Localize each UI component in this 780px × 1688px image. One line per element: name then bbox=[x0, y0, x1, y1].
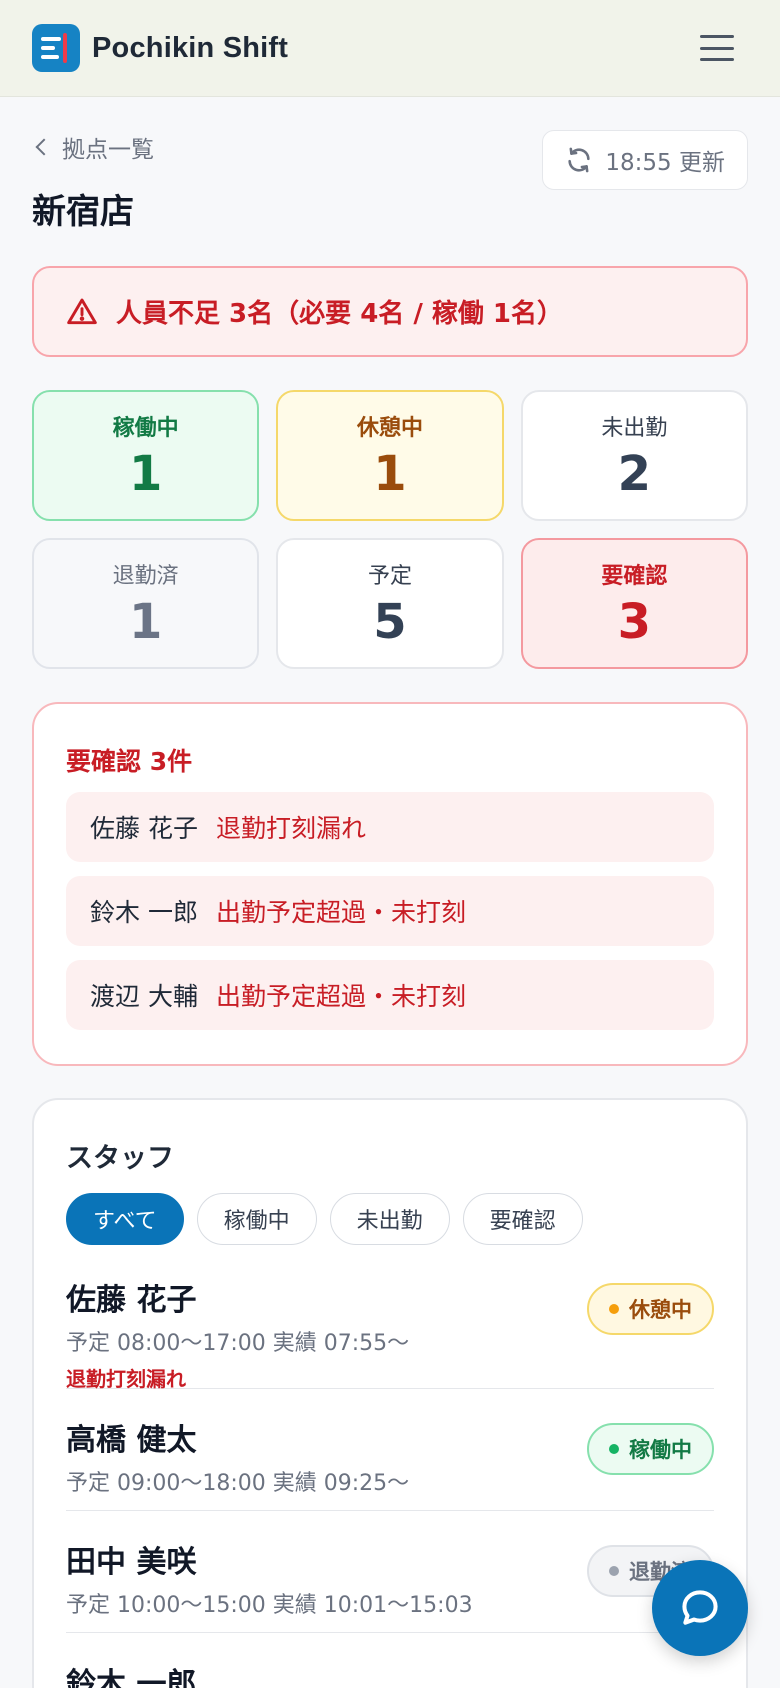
stat-value: 5 bbox=[373, 594, 407, 651]
filter-all[interactable]: すべて bbox=[66, 1193, 184, 1245]
status-badge: 休憩中 bbox=[587, 1283, 714, 1335]
filter-working[interactable]: 稼働中 bbox=[196, 1193, 317, 1245]
stat-value: 2 bbox=[617, 446, 652, 503]
review-item[interactable]: 鈴木 一郎 出勤予定超過・未打刻 bbox=[66, 876, 714, 946]
stat-value: 1 bbox=[128, 446, 163, 503]
review-item-reason: 出勤予定超過・未打刻 bbox=[215, 982, 466, 1011]
stat-label: 予定 bbox=[367, 564, 412, 590]
staff-row[interactable]: 田中 美咲 予定 10:00〜15:00 実績 10:01〜15:03 退勤済 bbox=[66, 1511, 714, 1633]
status-badge: 稼働中 bbox=[587, 1423, 714, 1475]
stat-card-not-clocked-in[interactable]: 未出勤 2 bbox=[520, 390, 748, 521]
stat-label: 要確認 bbox=[601, 564, 668, 590]
review-item-reason: 出勤予定超過・未打刻 bbox=[215, 898, 466, 927]
stat-card-break[interactable]: 休憩中 1 bbox=[276, 390, 504, 521]
refresh-label: 18:55 更新 bbox=[605, 150, 725, 176]
needs-review-panel: 要確認 3件 佐藤 花子 退勤打刻漏れ 鈴木 一郎 出勤予定超過・未打刻 渡辺 … bbox=[32, 702, 748, 1066]
stat-card-working[interactable]: 稼働中 1 bbox=[32, 390, 260, 521]
status-summary: 稼働中 1 休憩中 1 未出勤 2 退勤済 1 予定 5 要確認 3 bbox=[32, 390, 748, 669]
staff-row[interactable]: 高橋 健太 予定 09:00〜18:00 実績 09:25〜 稼働中 bbox=[66, 1389, 714, 1511]
stat-card-needs-review[interactable]: 要確認 3 bbox=[520, 538, 748, 669]
staff-filter-tabs: すべて 稼働中 未出勤 要確認 bbox=[66, 1193, 714, 1245]
staff-title: スタッフ bbox=[66, 1143, 174, 1174]
review-item-name: 佐藤 花子 bbox=[90, 814, 198, 843]
staff-row[interactable]: 佐藤 花子 予定 08:00〜17:00 実績 07:55〜 退勤打刻漏れ 休憩… bbox=[66, 1245, 714, 1391]
needs-review-title: 要確認 3件 bbox=[66, 747, 193, 776]
stat-label: 稼働中 bbox=[112, 416, 179, 442]
chat-bubble-icon bbox=[682, 1590, 718, 1625]
chevron-left-icon bbox=[35, 138, 53, 156]
stat-label: 未出勤 bbox=[601, 416, 668, 442]
brand[interactable]: Pochikin Shift bbox=[32, 24, 288, 72]
stat-label: 休憩中 bbox=[356, 416, 423, 442]
staff-name: 鈴木 一郎 bbox=[66, 1667, 197, 1688]
review-item-reason: 退勤打刻漏れ bbox=[215, 814, 366, 843]
warning-triangle-icon bbox=[67, 298, 97, 324]
app-header: Pochikin Shift bbox=[0, 0, 780, 97]
back-label: 拠点一覧 bbox=[62, 137, 154, 163]
review-item-name: 渡辺 大輔 bbox=[90, 982, 198, 1011]
status-dot-icon bbox=[609, 1444, 619, 1454]
staff-row[interactable]: 鈴木 一郎 bbox=[66, 1633, 714, 1688]
page-title: 新宿店 bbox=[32, 192, 134, 232]
stat-value: 1 bbox=[373, 446, 407, 503]
stat-value: 1 bbox=[128, 594, 163, 651]
review-item-name: 鈴木 一郎 bbox=[90, 898, 198, 927]
stat-label: 退勤済 bbox=[112, 564, 179, 590]
alert-message: 人員不足 3名（必要 4名 / 稼働 1名） bbox=[116, 299, 564, 329]
page-header: 拠点一覧 新宿店 18:55 更新 bbox=[32, 130, 748, 250]
refresh-icon bbox=[568, 147, 591, 173]
staff-shortage-alert: 人員不足 3名（必要 4名 / 稼働 1名） bbox=[32, 266, 748, 357]
chat-button[interactable] bbox=[652, 1560, 748, 1656]
review-item[interactable]: 渡辺 大輔 出勤予定超過・未打刻 bbox=[66, 960, 714, 1030]
status-badge-label: 稼働中 bbox=[629, 1438, 692, 1462]
app-logo-icon bbox=[32, 24, 80, 72]
app-name: Pochikin Shift bbox=[92, 31, 289, 64]
refresh-button[interactable]: 18:55 更新 bbox=[542, 130, 748, 190]
hamburger-icon[interactable] bbox=[700, 33, 734, 63]
stat-value: 3 bbox=[617, 594, 652, 651]
status-dot-icon bbox=[609, 1566, 619, 1576]
filter-not-clocked-in[interactable]: 未出勤 bbox=[329, 1193, 450, 1245]
status-badge-label: 休憩中 bbox=[629, 1298, 692, 1322]
review-item[interactable]: 佐藤 花子 退勤打刻漏れ bbox=[66, 792, 714, 862]
staff-panel: スタッフ すべて 稼働中 未出勤 要確認 佐藤 花子 予定 08:00〜17:0… bbox=[32, 1098, 748, 1688]
stat-card-clocked-out[interactable]: 退勤済 1 bbox=[32, 538, 260, 669]
stat-card-scheduled[interactable]: 予定 5 bbox=[276, 538, 504, 669]
filter-needs-review[interactable]: 要確認 bbox=[462, 1193, 583, 1245]
staff-warning: 退勤打刻漏れ bbox=[66, 1367, 186, 1391]
status-dot-icon bbox=[609, 1304, 619, 1314]
